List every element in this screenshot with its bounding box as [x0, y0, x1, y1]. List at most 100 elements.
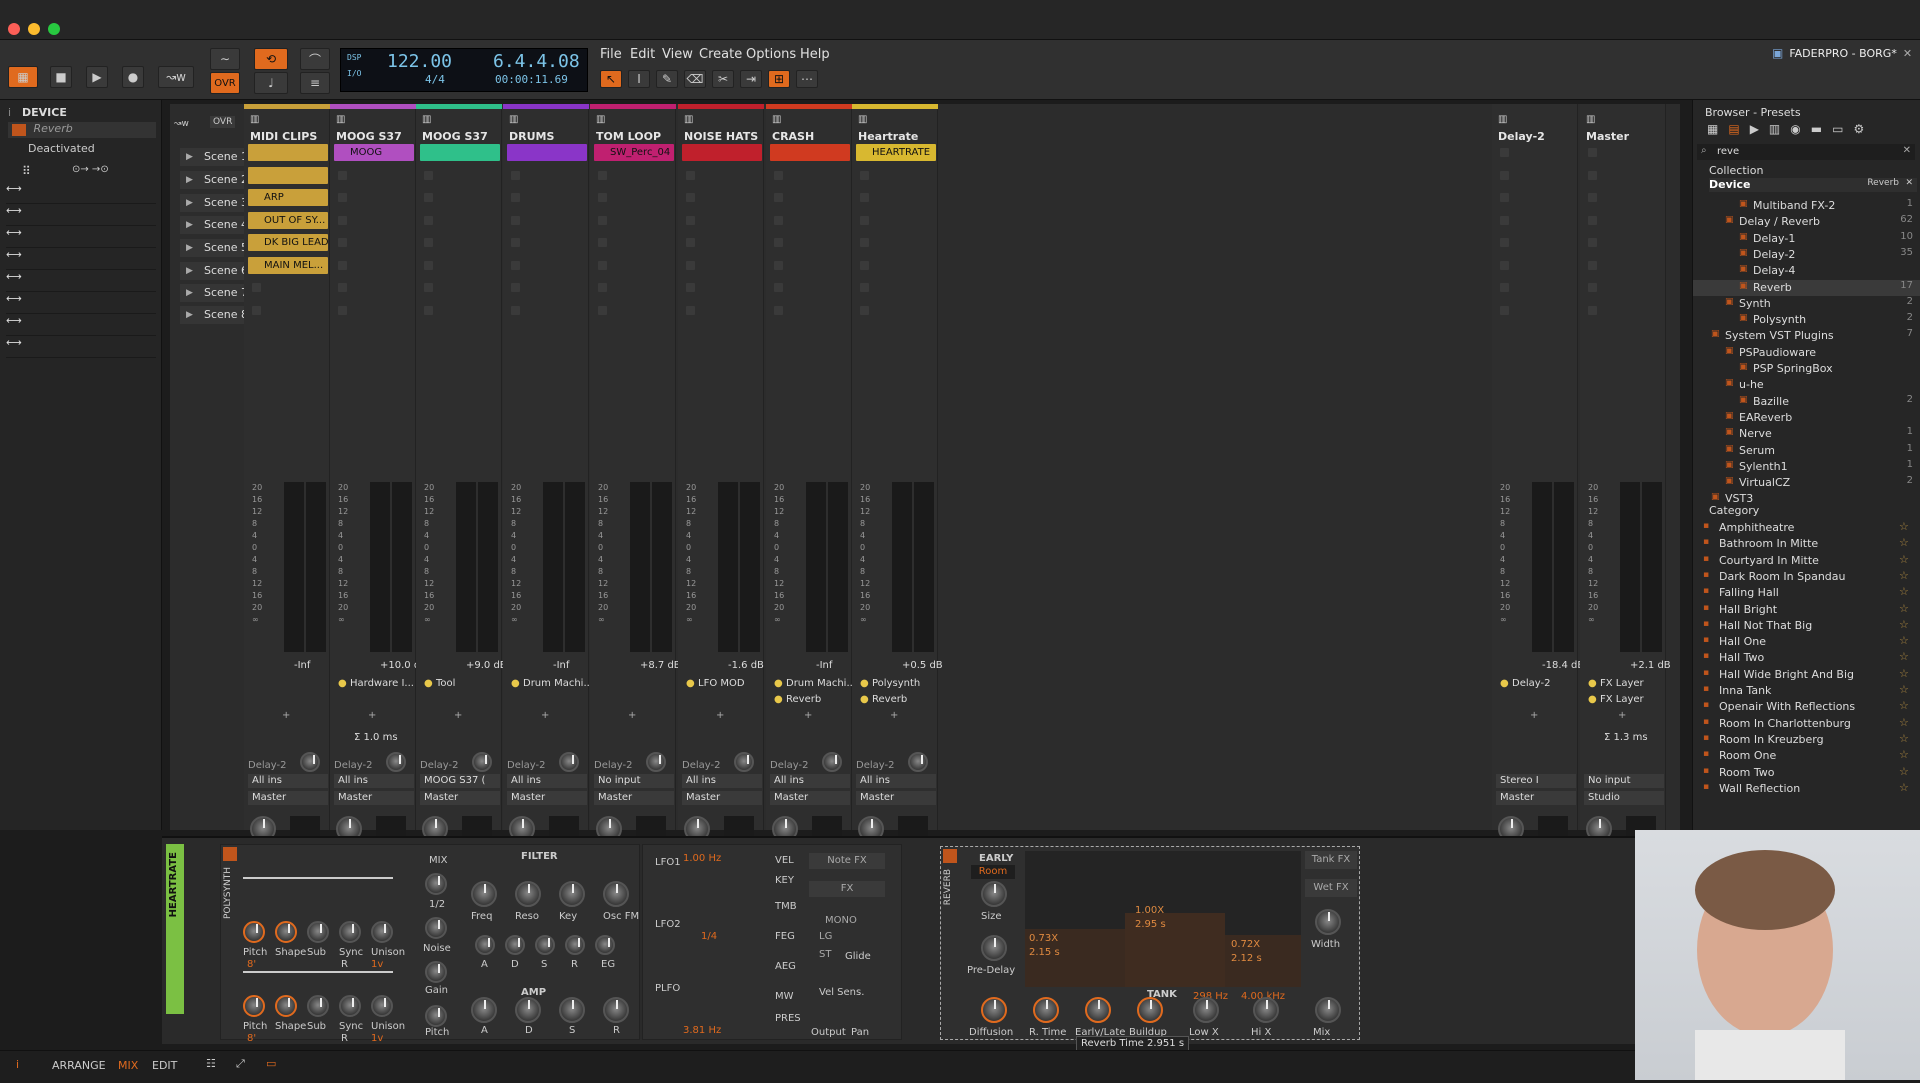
favorite-star-icon[interactable]: ☆: [1899, 748, 1909, 761]
clear-filter-icon[interactable]: ✕: [1905, 178, 1913, 188]
category-item[interactable]: ▪ Room In Charlottenburg ☆: [1693, 716, 1920, 732]
send-knob[interactable]: [472, 752, 492, 772]
osc-knob[interactable]: [307, 921, 329, 943]
input-selector[interactable]: All ins: [770, 774, 850, 788]
track-name[interactable]: NOISE HATS: [684, 130, 760, 143]
filter-env-knob[interactable]: [535, 935, 555, 955]
clip-slot[interactable]: [598, 215, 607, 225]
tree-item[interactable]: ▣ PSPaudioware: [1693, 345, 1920, 361]
diffusion-knob[interactable]: [981, 997, 1007, 1023]
send-knob[interactable]: [734, 752, 754, 772]
amp-knob[interactable]: [515, 997, 541, 1023]
early-late-knob[interactable]: [1085, 997, 1111, 1023]
favorite-star-icon[interactable]: ☆: [1899, 732, 1909, 745]
device-slot[interactable]: Drum Machi...: [786, 678, 856, 689]
tree-item[interactable]: ▣ Delay / Reverb 62: [1693, 214, 1920, 230]
output-selector[interactable]: Master: [770, 791, 850, 805]
osc-knob[interactable]: [243, 921, 265, 943]
input-selector[interactable]: All ins: [507, 774, 587, 788]
ovr-button[interactable]: OVR: [210, 116, 236, 128]
lfo1-rate[interactable]: 1.00 Hz: [683, 853, 721, 864]
track-name[interactable]: Heartrate: [858, 130, 934, 143]
param-row[interactable]: ⟷: [6, 292, 156, 314]
pen-tool-icon[interactable]: ✎: [656, 70, 678, 88]
clip-slot[interactable]: [511, 193, 520, 202]
mix-knob[interactable]: [425, 873, 447, 895]
clip-slot[interactable]: [338, 305, 347, 315]
automation-mode-icon[interactable]: ↝w: [174, 116, 189, 129]
layout-icon[interactable]: ☷: [206, 1057, 216, 1070]
track-name[interactable]: Delay-2: [1498, 130, 1574, 143]
clip-slot[interactable]: [1500, 193, 1509, 202]
clip-slot[interactable]: [860, 215, 869, 225]
favorite-star-icon[interactable]: ☆: [1899, 536, 1909, 549]
input-selector[interactable]: All ins: [682, 774, 762, 788]
add-device-icon[interactable]: +: [1618, 710, 1626, 721]
amp-knob[interactable]: [603, 997, 629, 1023]
room-type-selector[interactable]: Room: [971, 865, 1015, 879]
category-item[interactable]: ▪ Hall Not That Big ☆: [1693, 618, 1920, 634]
output-selector[interactable]: Master: [248, 791, 328, 805]
clip-slot[interactable]: [1500, 305, 1509, 315]
knife-tool-icon[interactable]: ✂: [712, 70, 734, 88]
filter-env-knob[interactable]: [565, 935, 585, 955]
tab-arrange[interactable]: ARRANGE: [52, 1059, 106, 1072]
music-tab-icon[interactable]: ▭: [1832, 122, 1843, 136]
osc-knob[interactable]: [307, 995, 329, 1017]
multisample-tab-icon[interactable]: ▶: [1750, 122, 1759, 136]
menu-help[interactable]: Help: [800, 47, 830, 62]
favorite-star-icon[interactable]: ☆: [1899, 634, 1909, 647]
time-select-tool-icon[interactable]: I: [628, 70, 650, 88]
clip-slot[interactable]: [774, 260, 783, 270]
mix-knob[interactable]: [1315, 997, 1341, 1023]
close-project-icon[interactable]: ✕: [1903, 47, 1912, 60]
device-slot[interactable]: FX Layer: [1600, 694, 1644, 705]
tree-item[interactable]: ▣ VirtualCZ 2: [1693, 475, 1920, 491]
search-box[interactable]: ⌕ reve ✕: [1697, 144, 1915, 160]
add-device-icon[interactable]: +: [541, 710, 549, 721]
clip-slot[interactable]: [1588, 260, 1597, 270]
mono-label[interactable]: MONO: [825, 915, 857, 926]
scene-launch[interactable]: Scene 8: [180, 306, 252, 324]
favorite-star-icon[interactable]: ☆: [1899, 765, 1909, 778]
clip[interactable]: [770, 144, 850, 161]
tree-item[interactable]: ▣ Polysynth 2: [1693, 312, 1920, 328]
osc-knob[interactable]: [339, 995, 361, 1017]
filter-knob[interactable]: [515, 881, 541, 907]
fx-slot[interactable]: FX: [809, 881, 885, 897]
clip-slot[interactable]: [860, 170, 869, 180]
input-selector[interactable]: MOOG S37 (: [420, 774, 500, 788]
param-row[interactable]: ⟷: [6, 336, 156, 358]
clip-slot[interactable]: [511, 260, 520, 270]
samples-tab-icon[interactable]: ◉: [1790, 122, 1800, 136]
clip-slot[interactable]: [860, 193, 869, 202]
device-slot[interactable]: Tool: [436, 678, 455, 689]
clip-slot[interactable]: [598, 238, 607, 247]
mix-knob[interactable]: [425, 917, 447, 939]
output-selector[interactable]: Master: [334, 791, 414, 805]
clip-slot[interactable]: [860, 283, 869, 292]
send-knob[interactable]: [300, 752, 320, 772]
send-knob[interactable]: [822, 752, 842, 772]
category-item[interactable]: ▪ Openair With Reflections ☆: [1693, 699, 1920, 715]
output-selector[interactable]: Master: [507, 791, 587, 805]
device-filter-row[interactable]: Device Reverb ✕: [1709, 178, 1917, 192]
add-device-icon[interactable]: +: [716, 710, 724, 721]
category-item[interactable]: ▪ Inna Tank ☆: [1693, 683, 1920, 699]
rtime-knob[interactable]: [1033, 997, 1059, 1023]
scene-launch[interactable]: Scene 3: [180, 194, 252, 212]
category-item[interactable]: ▪ Hall One ☆: [1693, 634, 1920, 650]
add-device-icon[interactable]: +: [628, 710, 636, 721]
clip-slot[interactable]: [774, 283, 783, 292]
stop-button[interactable]: ■: [50, 66, 72, 88]
play-button[interactable]: ▶: [86, 66, 108, 88]
clear-search-icon[interactable]: ✕: [1903, 145, 1911, 156]
menu-file[interactable]: File: [600, 47, 622, 62]
clip-slot[interactable]: [686, 215, 695, 225]
clip[interactable]: SW_Perc_04: [594, 144, 674, 161]
tree-item[interactable]: ▣ u-he: [1693, 377, 1920, 393]
scene-launch[interactable]: Scene 6: [180, 262, 252, 280]
device-slot[interactable]: Drum Machi...: [523, 678, 593, 689]
category-item[interactable]: ▪ Falling Hall ☆: [1693, 585, 1920, 601]
clip-slot[interactable]: [424, 193, 433, 202]
